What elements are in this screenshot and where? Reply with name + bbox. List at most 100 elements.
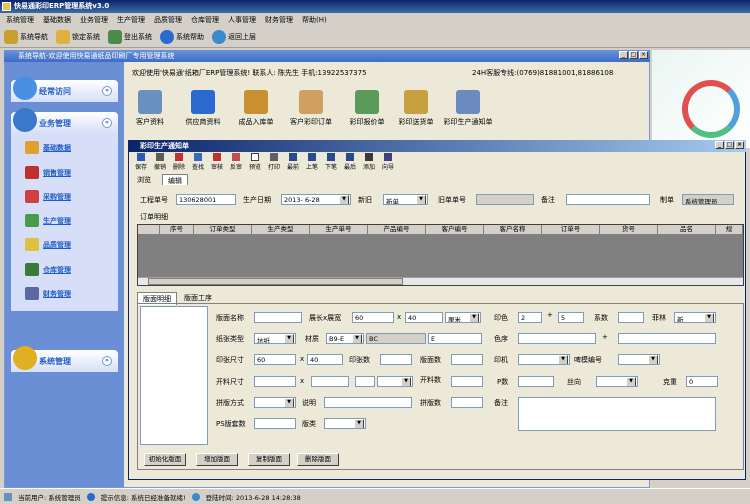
col-prod-no[interactable]: 生产单号 bbox=[310, 225, 368, 234]
group-business[interactable]: 业务管理 « bbox=[11, 108, 118, 134]
nav-button[interactable]: 系统导航 bbox=[4, 30, 48, 44]
splice-select[interactable] bbox=[254, 397, 296, 408]
color-seq-back-field[interactable] bbox=[618, 333, 716, 344]
help-button[interactable]: 系统帮助 bbox=[160, 30, 204, 44]
note-field[interactable] bbox=[324, 397, 412, 408]
audit-button[interactable]: 审核 bbox=[210, 153, 224, 173]
grain-select[interactable] bbox=[596, 376, 638, 387]
maker-field[interactable]: 系统管理员 bbox=[682, 194, 734, 205]
color-seq-field[interactable] bbox=[518, 333, 596, 344]
splice-count-field[interactable] bbox=[451, 397, 483, 408]
menu-help[interactable]: 帮助(H) bbox=[302, 15, 327, 26]
module-stock-in[interactable]: 成品入库单 bbox=[232, 90, 280, 127]
project-no-field[interactable]: 130628001 bbox=[176, 194, 236, 205]
cut-unit-select[interactable] bbox=[377, 376, 413, 387]
nav-item-production[interactable]: 生产管理 bbox=[25, 214, 71, 227]
print-button[interactable]: 打印 bbox=[267, 153, 281, 173]
last-button[interactable]: 最后 bbox=[343, 153, 357, 173]
save-button[interactable]: 保存 bbox=[134, 153, 148, 173]
minimize-icon[interactable]: _ bbox=[715, 141, 724, 149]
cut-count-field[interactable] bbox=[451, 376, 483, 387]
chevron-down-icon[interactable]: » bbox=[102, 356, 112, 366]
module-customer[interactable]: 客户资料 bbox=[130, 90, 170, 127]
add-button[interactable]: 添加 bbox=[362, 153, 376, 173]
col-prod-type[interactable]: 生产类型 bbox=[252, 225, 310, 234]
layout-remark-field[interactable] bbox=[518, 397, 716, 431]
print-length-field[interactable]: 60 bbox=[254, 354, 296, 365]
menu-hr[interactable]: 人事管理 bbox=[228, 15, 256, 26]
scroll-thumb[interactable] bbox=[148, 278, 403, 285]
init-layout-button[interactable]: 初始化版面 bbox=[144, 453, 186, 466]
next-button[interactable]: 下笔 bbox=[324, 153, 338, 173]
menu-business[interactable]: 业务管理 bbox=[80, 15, 108, 26]
module-quote[interactable]: 彩印报价单 bbox=[342, 90, 392, 127]
module-production-notice[interactable]: 彩印生产通知单 bbox=[442, 90, 494, 127]
menu-quality[interactable]: 品质管理 bbox=[154, 15, 182, 26]
width-field[interactable]: 40 bbox=[405, 312, 443, 323]
layout-count-field[interactable] bbox=[451, 354, 483, 365]
tab-edit[interactable]: 编辑 bbox=[162, 174, 188, 185]
prev-button[interactable]: 上笔 bbox=[305, 153, 319, 173]
first-button[interactable]: 最前 bbox=[286, 153, 300, 173]
print-width-field[interactable]: 40 bbox=[307, 354, 343, 365]
old-no-field[interactable] bbox=[476, 194, 534, 205]
nav-item-warehouse[interactable]: 仓库管理 bbox=[25, 263, 71, 276]
module-customer-order[interactable]: 客户彩印订单 bbox=[282, 90, 340, 127]
col-seq[interactable]: 序号 bbox=[160, 225, 194, 234]
print-count-field[interactable] bbox=[380, 354, 412, 365]
menu-production[interactable]: 生产管理 bbox=[117, 15, 145, 26]
material-select[interactable]: B9-E bbox=[326, 333, 364, 344]
menu-finance[interactable]: 财务管理 bbox=[265, 15, 293, 26]
chevron-up-icon[interactable]: « bbox=[102, 118, 112, 128]
unit-select[interactable]: 厘米 bbox=[445, 312, 481, 323]
cut-extra-field[interactable] bbox=[355, 376, 375, 387]
remark-field[interactable] bbox=[566, 194, 650, 205]
menu-warehouse[interactable]: 仓库管理 bbox=[191, 15, 219, 26]
col-product-no[interactable]: 产品编号 bbox=[368, 225, 426, 234]
nav-item-purchase[interactable]: 采购管理 bbox=[25, 190, 71, 203]
wizard-button[interactable]: 向导 bbox=[381, 153, 395, 173]
menu-basic[interactable]: 基础数据 bbox=[43, 15, 71, 26]
cut-width-field[interactable] bbox=[311, 376, 349, 387]
color-back-field[interactable]: 5 bbox=[558, 312, 584, 323]
col-order-no[interactable]: 订单号 bbox=[542, 225, 600, 234]
menu-system[interactable]: 系统管理 bbox=[6, 15, 34, 26]
tab-browse[interactable]: 浏览 bbox=[132, 174, 156, 185]
nav-item-basic[interactable]: 基础数据 bbox=[25, 141, 71, 154]
add-layout-button[interactable]: 增加版面 bbox=[196, 453, 238, 466]
module-delivery[interactable]: 彩印送货单 bbox=[392, 90, 440, 127]
layout-name-field[interactable] bbox=[254, 312, 302, 323]
lock-button[interactable]: 锁定系统 bbox=[56, 30, 100, 44]
p-count-field[interactable] bbox=[518, 376, 554, 387]
back-button[interactable]: 返回上层 bbox=[212, 30, 256, 44]
nav-item-quality[interactable]: 品质管理 bbox=[25, 238, 71, 251]
material-code-field[interactable]: BC bbox=[366, 333, 426, 344]
maximize-icon[interactable]: □ bbox=[629, 51, 638, 59]
copy-layout-button[interactable]: 复制版面 bbox=[248, 453, 290, 466]
col-item-no[interactable]: 货号 bbox=[600, 225, 658, 234]
group-system[interactable]: 系统管理» bbox=[11, 346, 118, 372]
material-flute-field[interactable]: E bbox=[428, 333, 482, 344]
module-supplier[interactable]: 供应商资料 bbox=[178, 90, 228, 127]
length-field[interactable]: 60 bbox=[352, 312, 394, 323]
grid-scrollbar[interactable] bbox=[138, 277, 743, 285]
undo-button[interactable]: 撤销 bbox=[153, 153, 167, 173]
cut-length-field[interactable] bbox=[254, 376, 296, 387]
col-customer-no[interactable]: 客户编号 bbox=[426, 225, 484, 234]
new-old-select[interactable]: 新单 bbox=[383, 194, 428, 205]
press-select[interactable] bbox=[518, 354, 570, 365]
ps-version-field[interactable] bbox=[254, 418, 296, 429]
unaudit-button[interactable]: 反审 bbox=[229, 153, 243, 173]
film-select[interactable]: 新 bbox=[674, 312, 716, 323]
col-customer-name[interactable]: 客户名称 bbox=[484, 225, 542, 234]
maximize-icon[interactable]: □ bbox=[725, 141, 734, 149]
die-no-select[interactable] bbox=[618, 354, 660, 365]
col-name[interactable]: 品名 bbox=[658, 225, 716, 234]
group-frequent[interactable]: 经常访问» bbox=[11, 76, 118, 102]
minimize-icon[interactable]: _ bbox=[619, 51, 628, 59]
delete-button[interactable]: 删除 bbox=[172, 153, 186, 173]
nav-item-finance[interactable]: 财务管理 bbox=[25, 287, 71, 300]
col-spec[interactable]: 规 bbox=[716, 225, 743, 234]
preview-button[interactable]: 预览 bbox=[248, 153, 262, 173]
weight-field[interactable]: 0 bbox=[686, 376, 718, 387]
